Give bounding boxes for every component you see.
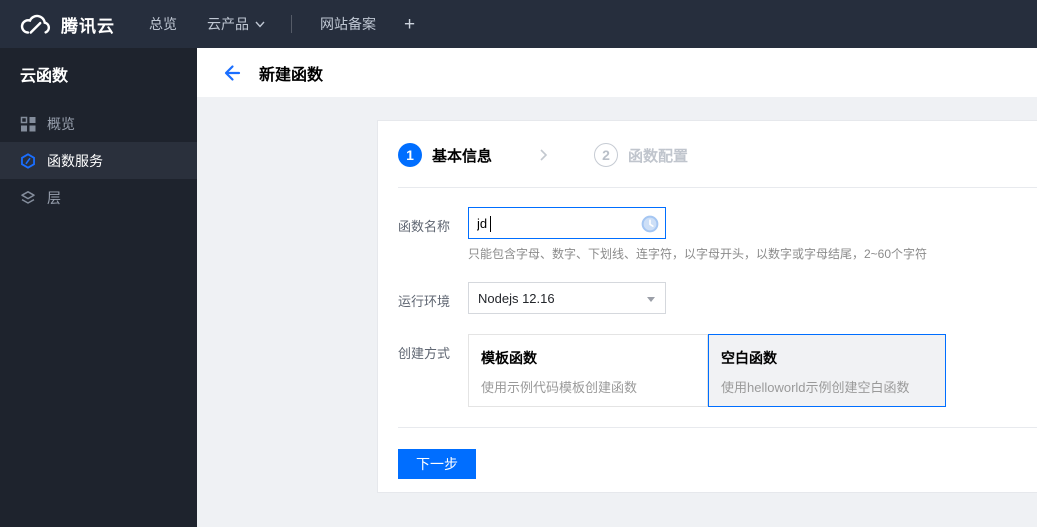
option-card-template-function[interactable]: 模板函数 使用示例代码模板创建函数 xyxy=(468,334,708,407)
layers-icon xyxy=(21,190,35,204)
next-step-button[interactable]: 下一步 xyxy=(398,449,476,479)
sidebar-item-functions[interactable]: 函数服务 xyxy=(0,142,197,179)
select-caret-icon xyxy=(647,297,655,302)
scf-hexagon-icon xyxy=(21,152,35,169)
nav-item-overview[interactable]: 总览 xyxy=(149,14,177,34)
step-1-circle: 1 xyxy=(398,143,422,167)
option-desc: 使用示例代码模板创建函数 xyxy=(481,380,638,395)
function-name-row: 函数名称 只能包含字母、数字、下划线、连字符，以字母开头，以数字或字母结尾，2~… xyxy=(398,207,1017,262)
create-method-row: 创建方式 模板函数 使用示例代码模板创建函数 空白函数 使用helloworld… xyxy=(398,334,1017,407)
clock-icon[interactable] xyxy=(641,215,659,233)
step-2-circle: 2 xyxy=(594,143,619,167)
option-title: 模板函数 xyxy=(481,350,537,366)
basic-info-form: 函数名称 只能包含字母、数字、下划线、连字符，以字母开头，以数字或字母结尾，2~… xyxy=(378,188,1037,407)
runtime-row: 运行环境 Nodejs 12.16 xyxy=(398,282,1017,314)
step-indicator: 1 基本信息 2 函数配置 xyxy=(378,121,1037,187)
sidebar-item-label: 概览 xyxy=(47,115,75,132)
create-function-card: 1 基本信息 2 函数配置 函数名称 jd 只能包含字母、数字、下划线、连字符，… xyxy=(377,120,1037,493)
option-desc: 使用helloworld示例创建空白函数 xyxy=(721,380,910,395)
page-header: 新建函数 xyxy=(197,48,1037,97)
grid-icon xyxy=(20,116,36,131)
chevron-down-icon xyxy=(255,21,265,28)
nav-item-beian[interactable]: 网站备案 xyxy=(320,14,376,34)
brand-name: 腾讯云 xyxy=(61,16,115,36)
option-card-blank-function[interactable]: 空白函数 使用helloworld示例创建空白函数 xyxy=(708,334,946,407)
sidebar-item-overview[interactable]: 概览 xyxy=(0,105,197,142)
function-name-label: 函数名称 xyxy=(398,219,451,234)
runtime-label: 运行环境 xyxy=(398,294,451,309)
nav-divider xyxy=(291,15,292,33)
nav-item-products-label: 云产品 xyxy=(207,16,249,32)
function-name-input-wrap xyxy=(468,207,666,239)
create-method-label: 创建方式 xyxy=(398,346,451,361)
sidebar-item-layers[interactable]: 层 xyxy=(0,179,197,216)
text-cursor xyxy=(490,216,491,232)
content-area: 1 基本信息 2 函数配置 函数名称 jd 只能包含字母、数字、下划线、连字符，… xyxy=(197,97,1037,527)
create-method-options: 模板函数 使用示例代码模板创建函数 空白函数 使用helloworld示例创建空… xyxy=(468,334,946,407)
step-2-label: 函数配置 xyxy=(628,147,689,165)
step-1-label: 基本信息 xyxy=(432,147,493,165)
add-tab-button[interactable]: + xyxy=(404,15,415,34)
tencent-cloud-logo-icon xyxy=(20,14,51,34)
card-footer: 下一步 xyxy=(378,428,1037,479)
runtime-select[interactable]: Nodejs 12.16 xyxy=(468,282,666,314)
sidebar: 云函数 概览 函数服务 层 xyxy=(0,48,197,527)
nav-item-products[interactable]: 云产品 xyxy=(207,14,265,34)
tencent-cloud-brand[interactable]: 腾讯云 xyxy=(18,12,115,37)
chevron-right-icon xyxy=(540,149,548,161)
function-name-input[interactable] xyxy=(469,208,665,238)
sidebar-title: 云函数 xyxy=(20,68,69,85)
sidebar-item-label: 层 xyxy=(47,189,61,206)
arrow-left-icon[interactable] xyxy=(222,63,242,83)
runtime-select-value: Nodejs 12.16 xyxy=(478,290,555,306)
sidebar-item-label: 函数服务 xyxy=(47,152,103,169)
page-title: 新建函数 xyxy=(259,66,324,84)
function-name-help: 只能包含字母、数字、下划线、连字符，以字母开头，以数字或字母结尾，2~60个字符 xyxy=(468,247,928,261)
top-navbar: 腾讯云 总览 云产品 网站备案 + xyxy=(0,0,1037,48)
option-title: 空白函数 xyxy=(721,350,777,366)
